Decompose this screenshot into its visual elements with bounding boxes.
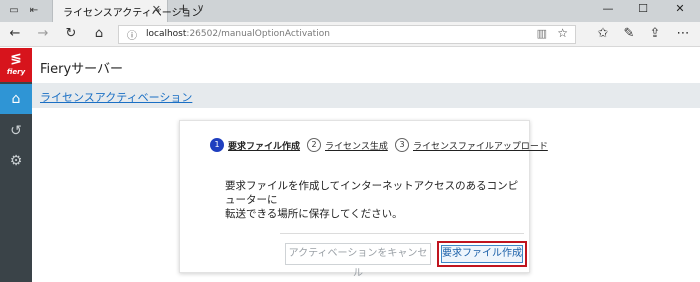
license-activation-card: 1 要求ファイル作成 2 ライセンス生成 3 ライセンスファイルアップロード 要… (179, 120, 548, 279)
fiery-logo: ≶ fiery (0, 48, 32, 82)
window-minimize-button[interactable]: — (598, 2, 618, 15)
window-maximize-button[interactable]: ☐ (633, 2, 653, 15)
home-icon[interactable]: ⌂ (90, 25, 108, 43)
instruction-text: 要求ファイルを作成してインターネットアクセスのあるコンピューターに 転送できる場… (225, 179, 525, 221)
step-number: 2 (307, 138, 321, 152)
breadcrumb-link[interactable]: ライセンスアクティベーション (40, 89, 192, 105)
favorite-star-icon[interactable]: ☆ (557, 26, 568, 40)
reading-view-icon[interactable]: ▥ (537, 27, 547, 40)
forward-icon[interactable]: → (34, 25, 52, 43)
history-icon: ↺ (10, 123, 22, 139)
back-icon[interactable]: ← (6, 25, 24, 43)
fiery-logo-mark-icon: ≶ (10, 51, 22, 67)
card-divider (280, 233, 524, 234)
fiery-logo-text: fiery (6, 68, 26, 76)
sidebar-item-home[interactable]: ⌂ (0, 84, 32, 114)
step-label: 要求ファイル作成 (228, 142, 301, 152)
address-bar[interactable]: ⓘ localhost:26502/manualOptionActivation… (118, 25, 576, 44)
favorites-icon[interactable]: ✩ (594, 25, 612, 43)
new-tab-icon[interactable]: + (178, 2, 189, 17)
notes-pen-icon[interactable]: ✎ (620, 25, 638, 43)
instruction-line-2: 転送できる場所に保存してください。 (225, 208, 403, 220)
breadcrumb: ライセンスアクティベーション (32, 83, 700, 108)
create-request-file-button[interactable]: 要求ファイル作成 (441, 245, 523, 263)
refresh-icon[interactable]: ↻ (62, 25, 80, 43)
instruction-line-1: 要求ファイルを作成してインターネットアクセスのあるコンピューターに (225, 180, 519, 206)
cancel-activation-button[interactable]: アクティベーションをキャンセル (285, 243, 431, 279)
tab-list-chevron-icon[interactable]: ∨ (197, 3, 204, 14)
tab-close-icon[interactable]: ✕ (152, 3, 161, 16)
step-label: ライセンスファイルアップロード (413, 142, 548, 152)
sidebar-item-settings[interactable]: ⚙ (0, 146, 32, 176)
step-number: 3 (395, 138, 409, 152)
more-icon[interactable]: ⋯ (674, 25, 692, 43)
create-request-file-button-highlight: 要求ファイル作成 (437, 241, 527, 267)
step-label: ライセンス生成 (325, 142, 388, 152)
url-host: localhost (146, 29, 187, 39)
sidebar-item-history[interactable]: ↺ (0, 116, 32, 146)
home-icon: ⌂ (11, 91, 21, 107)
browser-nav-bar: ← → ↻ ⌂ ⓘ localhost:26502/manualOptionAc… (0, 22, 700, 47)
address-url: localhost:26502/manualOptionActivation (146, 29, 330, 39)
step-number: 1 (210, 138, 224, 152)
gear-icon: ⚙ (9, 153, 23, 169)
app-sidebar: ≶ fiery ⌂ ↺ ⚙ (0, 48, 32, 282)
tab-manager-icon[interactable]: ▭ (6, 3, 22, 19)
info-icon[interactable]: ⓘ (127, 27, 137, 42)
window-close-button[interactable]: ✕ (670, 2, 690, 15)
browser-title-bar: ▭ ⇤ ライセンスアクティベーション ✕ + ∨ — ☐ ✕ (0, 0, 700, 22)
url-path: :26502/manualOptionActivation (186, 29, 330, 39)
browser-tab[interactable]: ライセンスアクティベーション ✕ (52, 0, 202, 22)
page-title: Fieryサーバー (40, 62, 124, 77)
set-aside-tabs-icon[interactable]: ⇤ (26, 3, 42, 19)
share-icon[interactable]: ⇪ (646, 25, 664, 43)
